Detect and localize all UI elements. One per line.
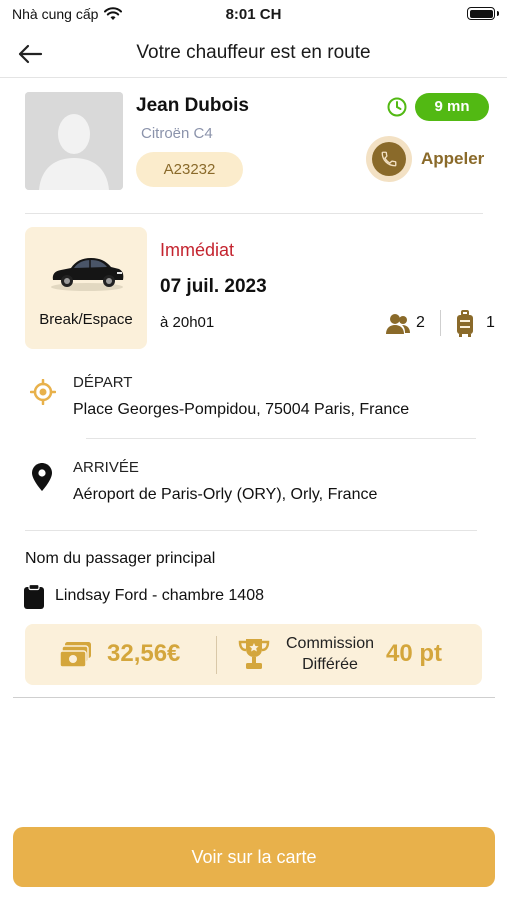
- call-button-circle: [366, 136, 412, 182]
- status-time: 8:01 CH: [225, 6, 282, 23]
- users-icon: [386, 314, 410, 334]
- phone-icon: [381, 151, 397, 167]
- arrow-left-icon: [18, 44, 43, 64]
- divider: [216, 636, 217, 674]
- driver-avatar: [25, 92, 123, 190]
- divider: [25, 213, 483, 214]
- fare-amount: 32,56€: [107, 640, 181, 667]
- commission-points: 40 pt: [386, 640, 443, 667]
- ride-date: 07 juil. 2023: [160, 276, 267, 297]
- call-label: Appeler: [421, 149, 485, 168]
- clock-icon: [387, 97, 407, 117]
- avatar-placeholder-icon: [25, 92, 123, 190]
- driver-name: Jean Dubois: [136, 95, 249, 116]
- trophy-icon: [238, 639, 270, 669]
- divider: [440, 310, 441, 336]
- cash-icon: [59, 642, 91, 668]
- arrival-address: Aéroport de Paris-Orly (ORY), Orly, Fran…: [73, 486, 378, 503]
- passenger-count: 2: [416, 314, 425, 331]
- vehicle-type-label: Break/Espace: [39, 311, 133, 328]
- commission-label: Commission Différée: [274, 633, 386, 675]
- call-button-inner: [372, 142, 406, 176]
- clipboard-icon: [24, 584, 44, 609]
- status-bar: Nhà cung cấp 8:01 CH: [0, 0, 507, 28]
- ride-mode: Immédiat: [160, 240, 235, 260]
- license-plate-badge: A23232: [136, 152, 243, 187]
- eta-badge: 9 mn: [415, 93, 489, 121]
- arrival-label: ARRIVÉE: [73, 459, 139, 476]
- fare-summary: 32,56€ Commission Différée 40 pt: [25, 624, 482, 685]
- location-target-icon: [30, 379, 56, 405]
- nav-bar: Votre chauffeur est en route: [0, 32, 507, 78]
- commission-label-line1: Commission: [285, 635, 374, 652]
- divider: [25, 530, 477, 531]
- back-button[interactable]: [14, 40, 46, 68]
- vehicle-type-card: Break/Espace: [25, 227, 147, 349]
- divider: [86, 438, 476, 439]
- driver-car-model: Citroën C4: [141, 125, 213, 142]
- ride-time: à 20h01: [160, 314, 215, 331]
- battery-icon: [467, 7, 499, 20]
- view-on-map-button[interactable]: Voir sur la carte: [13, 827, 495, 887]
- commission-label-line2: Différée: [302, 656, 358, 673]
- departure-address: Place Georges-Pompidou, 75004 Paris, Fra…: [73, 401, 410, 418]
- luggage-count: 1: [486, 314, 495, 331]
- departure-label: DÉPART: [73, 374, 133, 391]
- main-passenger-name: Lindsay Ford - chambre 1408: [55, 587, 264, 604]
- map-pin-icon: [32, 463, 52, 491]
- page-title: Votre chauffeur est en route: [136, 42, 371, 63]
- call-driver-button[interactable]: Appeler: [366, 134, 484, 184]
- luggage-icon: [457, 310, 473, 337]
- car-image: [51, 258, 124, 291]
- main-passenger-title: Nom du passager principal: [25, 550, 216, 567]
- divider: [13, 697, 495, 698]
